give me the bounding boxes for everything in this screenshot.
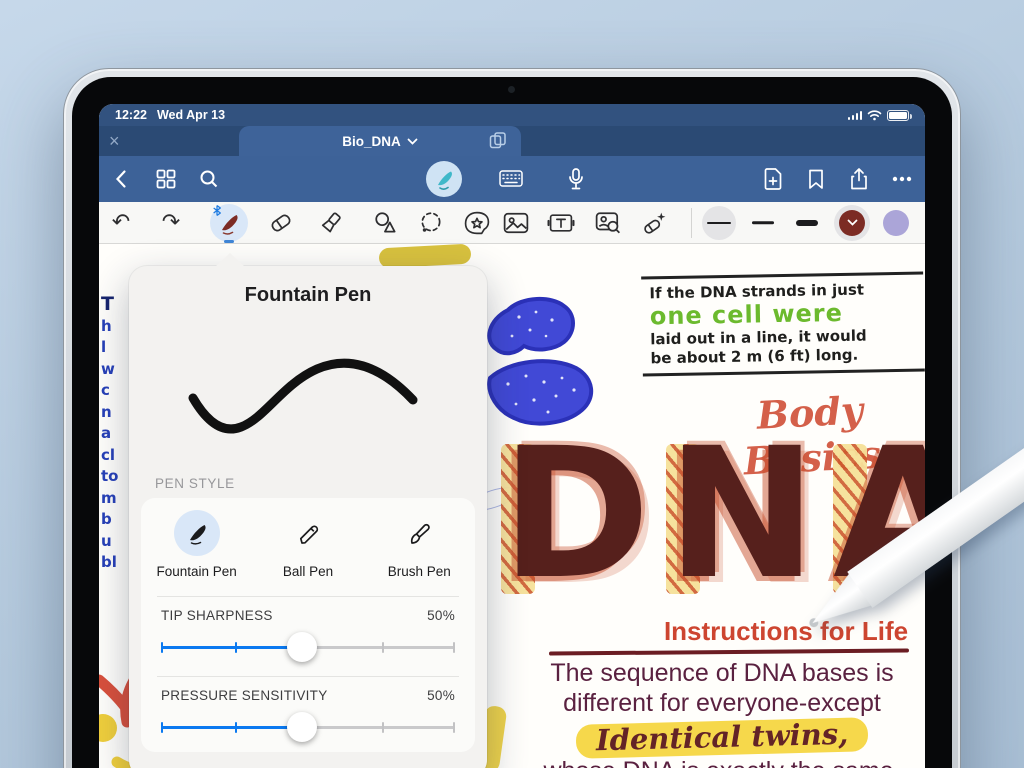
eraser-button[interactable] — [268, 210, 294, 236]
tab-bar: × Bio_DNA — [99, 126, 925, 156]
popover-arrow — [215, 253, 245, 267]
pen-style-fountain[interactable]: Fountain Pen — [147, 510, 247, 579]
divider — [157, 596, 459, 597]
toolbar-divider — [691, 208, 692, 238]
smart-pen-button[interactable] — [641, 210, 668, 236]
paragraph-line: The sequence of DNA bases is — [527, 658, 917, 688]
nav-toolbar — [99, 156, 925, 202]
tool-toolbar: ↶ ↷ — [99, 202, 925, 244]
search-button[interactable] — [200, 170, 219, 189]
bookmark-button[interactable] — [808, 169, 824, 190]
pen-mode-button[interactable] — [426, 161, 462, 197]
dna-subtitle: Instructions for Life — [651, 616, 921, 647]
pressure-sensitivity-value: 50% — [427, 688, 455, 703]
ipad-bezel: 12:22 Wed Apr 13 — [72, 77, 952, 768]
stroke-thin-button[interactable] — [702, 206, 736, 240]
share-button[interactable] — [850, 168, 869, 191]
battery-icon — [887, 110, 909, 121]
ball-pen-icon — [285, 510, 331, 556]
more-button[interactable] — [892, 176, 912, 182]
pen-style-section-label: PEN STYLE — [155, 476, 235, 491]
fountain-pen-icon — [174, 510, 220, 556]
status-date: Wed Apr 13 — [157, 108, 225, 122]
clipped-handwriting-column: Th lw cn acl tom bu bl — [101, 294, 129, 574]
brush-pen-icon — [396, 510, 442, 556]
pen-style-ball[interactable]: Ball Pen — [258, 510, 358, 579]
pen-mode-icon — [426, 161, 462, 197]
color-red-swatch[interactable] — [834, 205, 870, 241]
divider — [157, 676, 459, 677]
dna-letter: D — [501, 430, 650, 600]
pages-icon[interactable] — [489, 132, 507, 149]
ipad-device: 12:22 Wed Apr 13 — [63, 68, 961, 768]
sticker-button[interactable] — [464, 210, 491, 236]
dna-paragraph: The sequence of DNA bases is different f… — [527, 658, 917, 768]
status-bar: 12:22 Wed Apr 13 — [99, 104, 925, 126]
ipad-screen: 12:22 Wed Apr 13 — [99, 104, 925, 768]
tab-bio-dna[interactable]: Bio_DNA — [239, 126, 521, 156]
status-time: 12:22 — [115, 108, 147, 122]
paragraph-line: whose DNA is exactly the same. — [527, 756, 917, 768]
cellular-signal-icon — [848, 110, 863, 120]
redo-button[interactable]: ↷ — [162, 212, 180, 234]
pen-style-row: Fountain Pen Ball Pen — [141, 510, 475, 579]
image-search-button[interactable] — [595, 211, 621, 234]
add-page-button[interactable] — [764, 168, 783, 190]
paragraph-line: different for everyone-except — [527, 688, 917, 718]
thumbnails-grid-button[interactable] — [157, 170, 176, 189]
highlighted-script-text: Identical twins, — [575, 717, 868, 759]
front-camera — [508, 86, 515, 93]
yellow-doodle — [379, 244, 472, 269]
back-button[interactable] — [116, 170, 127, 189]
tip-sharpness-block: TIP SHARPNESS 50% — [161, 608, 455, 663]
slider-thumb[interactable] — [287, 712, 317, 742]
note-page: Th lw cn acl tom bu bl — [99, 244, 925, 768]
color-purple-swatch[interactable] — [883, 210, 909, 236]
popover-title: Fountain Pen — [129, 284, 487, 307]
keyboard-button[interactable] — [499, 170, 523, 188]
wifi-icon — [867, 110, 882, 121]
pen-style-brush[interactable]: Brush Pen — [369, 510, 469, 579]
pen-settings-card: Fountain Pen Ball Pen — [141, 498, 475, 752]
close-tab-icon[interactable]: × — [109, 130, 120, 152]
tip-sharpness-label: TIP SHARPNESS — [161, 608, 273, 623]
stroke-preview — [159, 336, 459, 466]
pressure-sensitivity-slider[interactable] — [161, 713, 455, 743]
image-button[interactable] — [503, 212, 529, 234]
pressure-sensitivity-label: PRESSURE SENSITIVITY — [161, 688, 328, 703]
shapes-button[interactable] — [373, 210, 399, 236]
scene: 12:22 Wed Apr 13 — [0, 0, 1024, 768]
boxed-handwritten-note: If the DNA strands in just one cell were… — [641, 272, 925, 377]
dna-letter: N — [666, 430, 817, 600]
text-box-button[interactable] — [548, 212, 575, 233]
undo-button[interactable]: ↶ — [112, 212, 130, 234]
tip-sharpness-slider[interactable] — [161, 633, 455, 663]
subtitle-underline — [549, 648, 909, 655]
pen-tool-button[interactable] — [210, 204, 248, 242]
highlighter-button[interactable] — [318, 210, 344, 236]
pen-settings-popover: Fountain Pen PEN STYLE — [129, 266, 487, 768]
bluetooth-icon — [212, 204, 222, 217]
tab-title: Bio_DNA — [342, 134, 401, 149]
microphone-button[interactable] — [568, 168, 584, 190]
stroke-medium-button[interactable] — [752, 221, 774, 225]
chevron-down-icon — [407, 138, 418, 145]
note-line: be about 2 m (6 ft) long. — [650, 345, 916, 369]
slider-thumb[interactable] — [287, 632, 317, 662]
lasso-button[interactable] — [418, 210, 444, 236]
tip-sharpness-value: 50% — [427, 608, 455, 623]
stroke-thick-button[interactable] — [796, 220, 818, 226]
pressure-sensitivity-block: PRESSURE SENSITIVITY 50% — [161, 688, 455, 743]
